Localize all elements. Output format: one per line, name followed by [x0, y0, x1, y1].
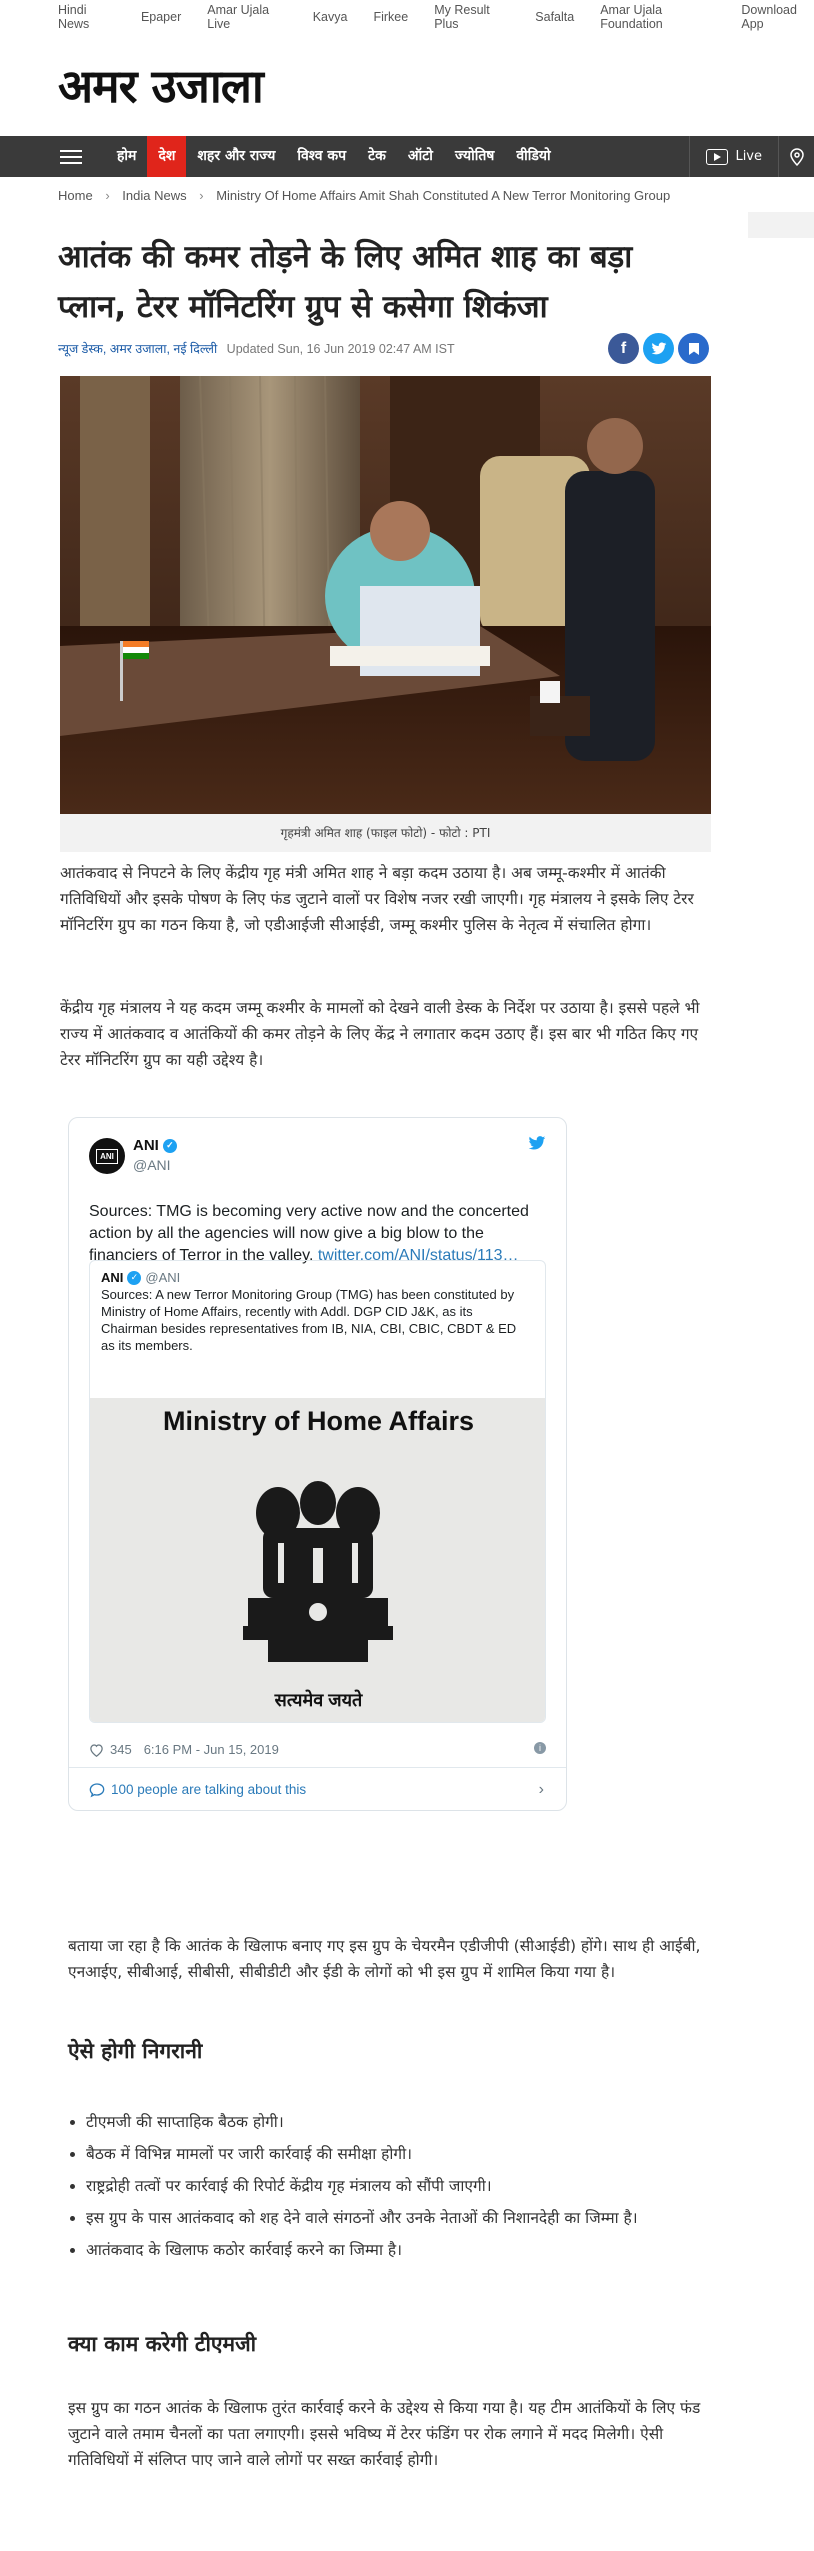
top-link-download-app[interactable]: Download App	[741, 3, 814, 31]
list-item: इस ग्रुप के पास आतंकवाद को शह देने वाले …	[68, 2202, 708, 2234]
breadcrumb-current: Ministry Of Home Affairs Amit Shah Const…	[216, 188, 671, 203]
article-hero-photo	[60, 376, 711, 814]
top-link-amar-ujala-live[interactable]: Amar Ujala Live	[207, 3, 286, 31]
breadcrumb-home[interactable]: Home	[58, 188, 93, 203]
live-button[interactable]: Live	[689, 136, 778, 177]
heart-icon[interactable]	[89, 1743, 104, 1757]
facebook-share-icon[interactable]: f	[608, 333, 639, 364]
mha-emblem-image: Ministry of Home Affairs सत्यमेव जयते	[90, 1398, 545, 1722]
article-meta: न्यूज डेस्क, अमर उजाला, नई दिल्ली Update…	[58, 340, 455, 357]
tweet-author-name[interactable]: ANI ✓	[133, 1137, 177, 1154]
top-link-hindi-news[interactable]: Hindi News	[58, 3, 115, 31]
updated-timestamp: Updated Sun, 16 Jun 2019 02:47 AM IST	[226, 342, 455, 356]
main-nav: होम देश शहर और राज्य विश्व कप टेक ऑटो ज्…	[0, 136, 814, 177]
logo-area: अमर उजाला	[0, 34, 814, 136]
avatar-text: ANI	[96, 1148, 118, 1164]
twitter-bird-icon[interactable]	[528, 1136, 546, 1156]
chevron-right-icon: ›	[538, 1780, 544, 1798]
sidebar-placeholder	[748, 212, 814, 238]
live-label: Live	[735, 149, 762, 164]
breadcrumb-india-news[interactable]: India News	[122, 188, 186, 203]
nav-item-auto[interactable]: ऑटो	[397, 136, 444, 177]
site-logo[interactable]: अमर उजाला	[58, 54, 264, 116]
list-item: आतंकवाद के खिलाफ कठोर कार्रवाई करने का ज…	[68, 2234, 708, 2266]
nav-item-desh[interactable]: देश	[147, 136, 187, 177]
quoted-tweet-header: ANI ✓ @ANI	[101, 1270, 180, 1285]
section-heading-monitoring: ऐसे होगी निगरानी	[68, 2039, 203, 2063]
info-icon[interactable]: i	[534, 1742, 546, 1754]
share-buttons: f	[608, 333, 709, 364]
quoted-tweet-text: Sources: A new Terror Monitoring Group (…	[101, 1287, 517, 1353]
top-links-bar: Hindi News Epaper Amar Ujala Live Kavya …	[0, 0, 814, 34]
article-paragraph-3: बताया जा रहा है कि आतंक के खिलाफ बनाए गए…	[68, 1937, 701, 1981]
breadcrumb-separator-icon: ›	[199, 188, 204, 203]
bookmark-icon[interactable]	[678, 333, 709, 364]
nav-item-tech[interactable]: टेक	[357, 136, 397, 177]
hamburger-menu-icon[interactable]	[60, 146, 82, 168]
quoted-author-name: ANI	[101, 1270, 124, 1285]
top-link-my-result-plus[interactable]: My Result Plus	[434, 3, 509, 31]
ani-avatar[interactable]: ANI	[89, 1138, 125, 1174]
nav-item-world-cup[interactable]: विश्व कप	[286, 136, 357, 177]
photo-caption: गृहमंत्री अमित शाह (फाइल फोटो) - फोटो : …	[60, 814, 711, 852]
list-item: बैठक में विभिन्न मामलों पर जारी कार्रवाई…	[68, 2138, 708, 2170]
breadcrumb-separator-icon: ›	[105, 188, 110, 203]
play-icon	[706, 148, 729, 165]
twitter-share-icon[interactable]	[643, 333, 674, 364]
talking-about-label: 100 people are talking about this	[111, 1782, 307, 1797]
image-title-text: Ministry of Home Affairs	[162, 1406, 475, 1436]
list-item: राष्ट्रद्रोही तत्वों पर कार्रवाई की रिपो…	[68, 2170, 708, 2202]
verified-badge-icon: ✓	[127, 1270, 142, 1285]
verified-badge-icon: ✓	[162, 1138, 177, 1153]
nav-item-home[interactable]: होम	[106, 136, 147, 177]
nav-item-video[interactable]: वीडियो	[505, 136, 561, 177]
article-paragraph-2: केंद्रीय गृह मंत्रालय ने यह कदम जम्मू कश…	[60, 999, 700, 1069]
tweet-conversation-link[interactable]: 100 people are talking about this ›	[69, 1767, 566, 1811]
monitoring-list: टीएमजी की साप्ताहिक बैठक होगी। बैठक में …	[68, 2106, 708, 2266]
tweet-text: Sources: TMG is becoming very active now…	[89, 1201, 529, 1267]
nav-item-astrology[interactable]: ज्योतिष	[444, 136, 505, 177]
author-byline[interactable]: न्यूज डेस्क, अमर उजाला, नई दिल्ली	[58, 342, 217, 356]
embedded-tweet[interactable]: ANI ANI ✓ @ANI Sources: TMG is becoming …	[68, 1117, 567, 1811]
article-headline: आतंक की कमर तोड़ने के लिए अमित शाह का बड…	[58, 239, 633, 325]
quoted-author-handle: @ANI	[145, 1270, 181, 1285]
top-link-firkee[interactable]: Firkee	[373, 10, 408, 24]
tweet-author-label: ANI	[133, 1137, 159, 1154]
section-heading-tmg-work: क्या काम करेगी टीएमजी	[68, 2332, 257, 2356]
tweet-footer: 345 6:16 PM - Jun 15, 2019 i	[89, 1742, 546, 1757]
top-link-foundation[interactable]: Amar Ujala Foundation	[600, 3, 715, 31]
top-link-epaper[interactable]: Epaper	[141, 10, 181, 24]
like-count: 345	[110, 1742, 132, 1757]
satyamev-jayate-text: सत्यमेव जयते	[274, 1690, 363, 1710]
nav-item-city-state[interactable]: शहर और राज्य	[186, 136, 286, 177]
top-link-kavya[interactable]: Kavya	[313, 10, 348, 24]
article-paragraph-1: आतंकवाद से निपटने के लिए केंद्रीय गृह मं…	[60, 864, 694, 934]
top-link-safalta[interactable]: Safalta	[535, 10, 574, 24]
list-item: टीएमजी की साप्ताहिक बैठक होगी।	[68, 2106, 708, 2138]
comment-bubble-icon	[89, 1782, 105, 1797]
quoted-tweet[interactable]: ANI ✓ @ANI Sources: A new Terror Monitor…	[89, 1260, 546, 1723]
breadcrumb: Home › India News › Ministry Of Home Aff…	[58, 188, 670, 203]
location-pin-icon[interactable]	[778, 136, 814, 177]
tweet-author-handle[interactable]: @ANI	[133, 1157, 171, 1173]
article-paragraph-4: इस ग्रुप का गठन आतंक के खिलाफ तुरंत कार्…	[68, 2399, 701, 2469]
tweet-timestamp[interactable]: 6:16 PM - Jun 15, 2019	[144, 1742, 279, 1757]
ashoka-emblem-icon	[243, 1481, 393, 1662]
